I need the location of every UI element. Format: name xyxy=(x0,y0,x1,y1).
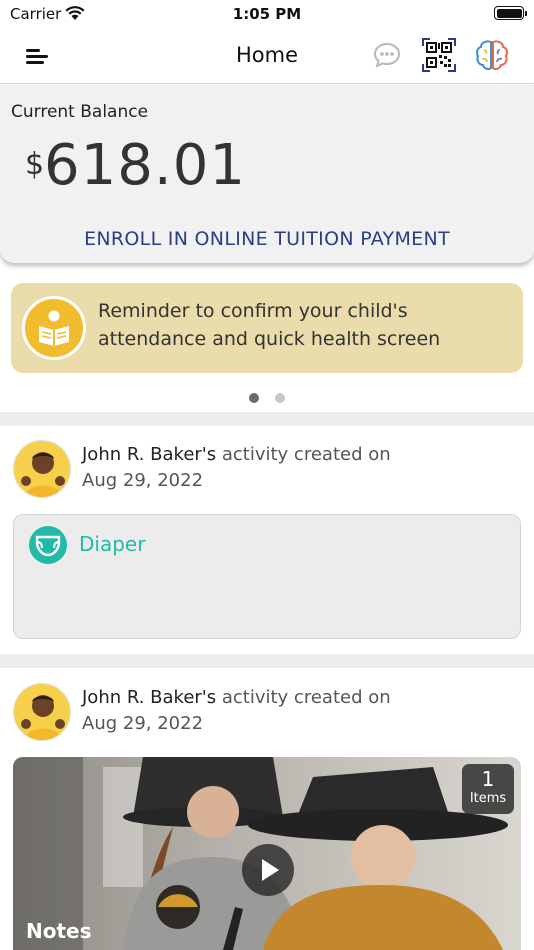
diaper-card[interactable]: Diaper xyxy=(13,514,521,639)
child-name[interactable]: John R. Baker's xyxy=(82,687,216,708)
chat-icon[interactable] xyxy=(372,40,402,70)
avatar xyxy=(13,440,71,498)
nav-bar: Home xyxy=(0,30,534,84)
child-name[interactable]: John R. Baker's xyxy=(82,444,216,465)
activity-title: John R. Baker's activity created on xyxy=(82,444,391,465)
enroll-tuition-link[interactable]: ENROLL IN ONLINE TUITION PAYMENT xyxy=(0,228,534,250)
clock: 1:05 PM xyxy=(232,5,302,23)
balance-label: Current Balance xyxy=(11,102,149,122)
play-button[interactable] xyxy=(242,844,294,896)
activity-date: Aug 29, 2022 xyxy=(82,713,204,734)
carousel-dot-1[interactable] xyxy=(249,393,260,403)
status-bar: Carrier 1:05 PM xyxy=(0,0,534,30)
feed: Current Balance $ 618.01 ENROLL IN ONLIN… xyxy=(0,85,534,950)
activity-item[interactable]: John R. Baker's activity created on Aug … xyxy=(0,668,534,950)
balance-card: Current Balance $ 618.01 ENROLL IN ONLIN… xyxy=(0,85,534,263)
qr-code-icon[interactable] xyxy=(422,38,456,72)
items-badge: 1 Items xyxy=(462,764,514,814)
items-count: 1 xyxy=(481,767,495,791)
activity-date: Aug 29, 2022 xyxy=(82,470,204,491)
battery-icon xyxy=(494,6,527,20)
diaper-icon xyxy=(29,526,67,564)
section-divider xyxy=(0,412,534,426)
carousel-dots xyxy=(0,388,534,407)
balance-currency: $ xyxy=(25,147,45,182)
brain-icon[interactable] xyxy=(474,37,510,73)
reader-icon xyxy=(22,296,86,360)
activity-item[interactable]: John R. Baker's activity created on Aug … xyxy=(0,426,534,654)
activity-title: John R. Baker's activity created on xyxy=(82,687,391,708)
notes-media-card[interactable]: 1 Items Notes xyxy=(13,757,521,950)
reminder-banner[interactable]: Reminder to confirm your child's attenda… xyxy=(11,283,523,373)
balance-amount: 618.01 xyxy=(44,133,246,198)
diaper-label: Diaper xyxy=(79,532,146,556)
items-label: Items xyxy=(469,791,507,806)
carousel-dot-2[interactable] xyxy=(274,393,285,403)
reminder-text: Reminder to confirm your child's attenda… xyxy=(98,300,441,350)
avatar xyxy=(13,683,71,741)
play-icon xyxy=(262,859,279,881)
notes-label: Notes xyxy=(26,919,92,943)
section-divider xyxy=(0,654,534,668)
